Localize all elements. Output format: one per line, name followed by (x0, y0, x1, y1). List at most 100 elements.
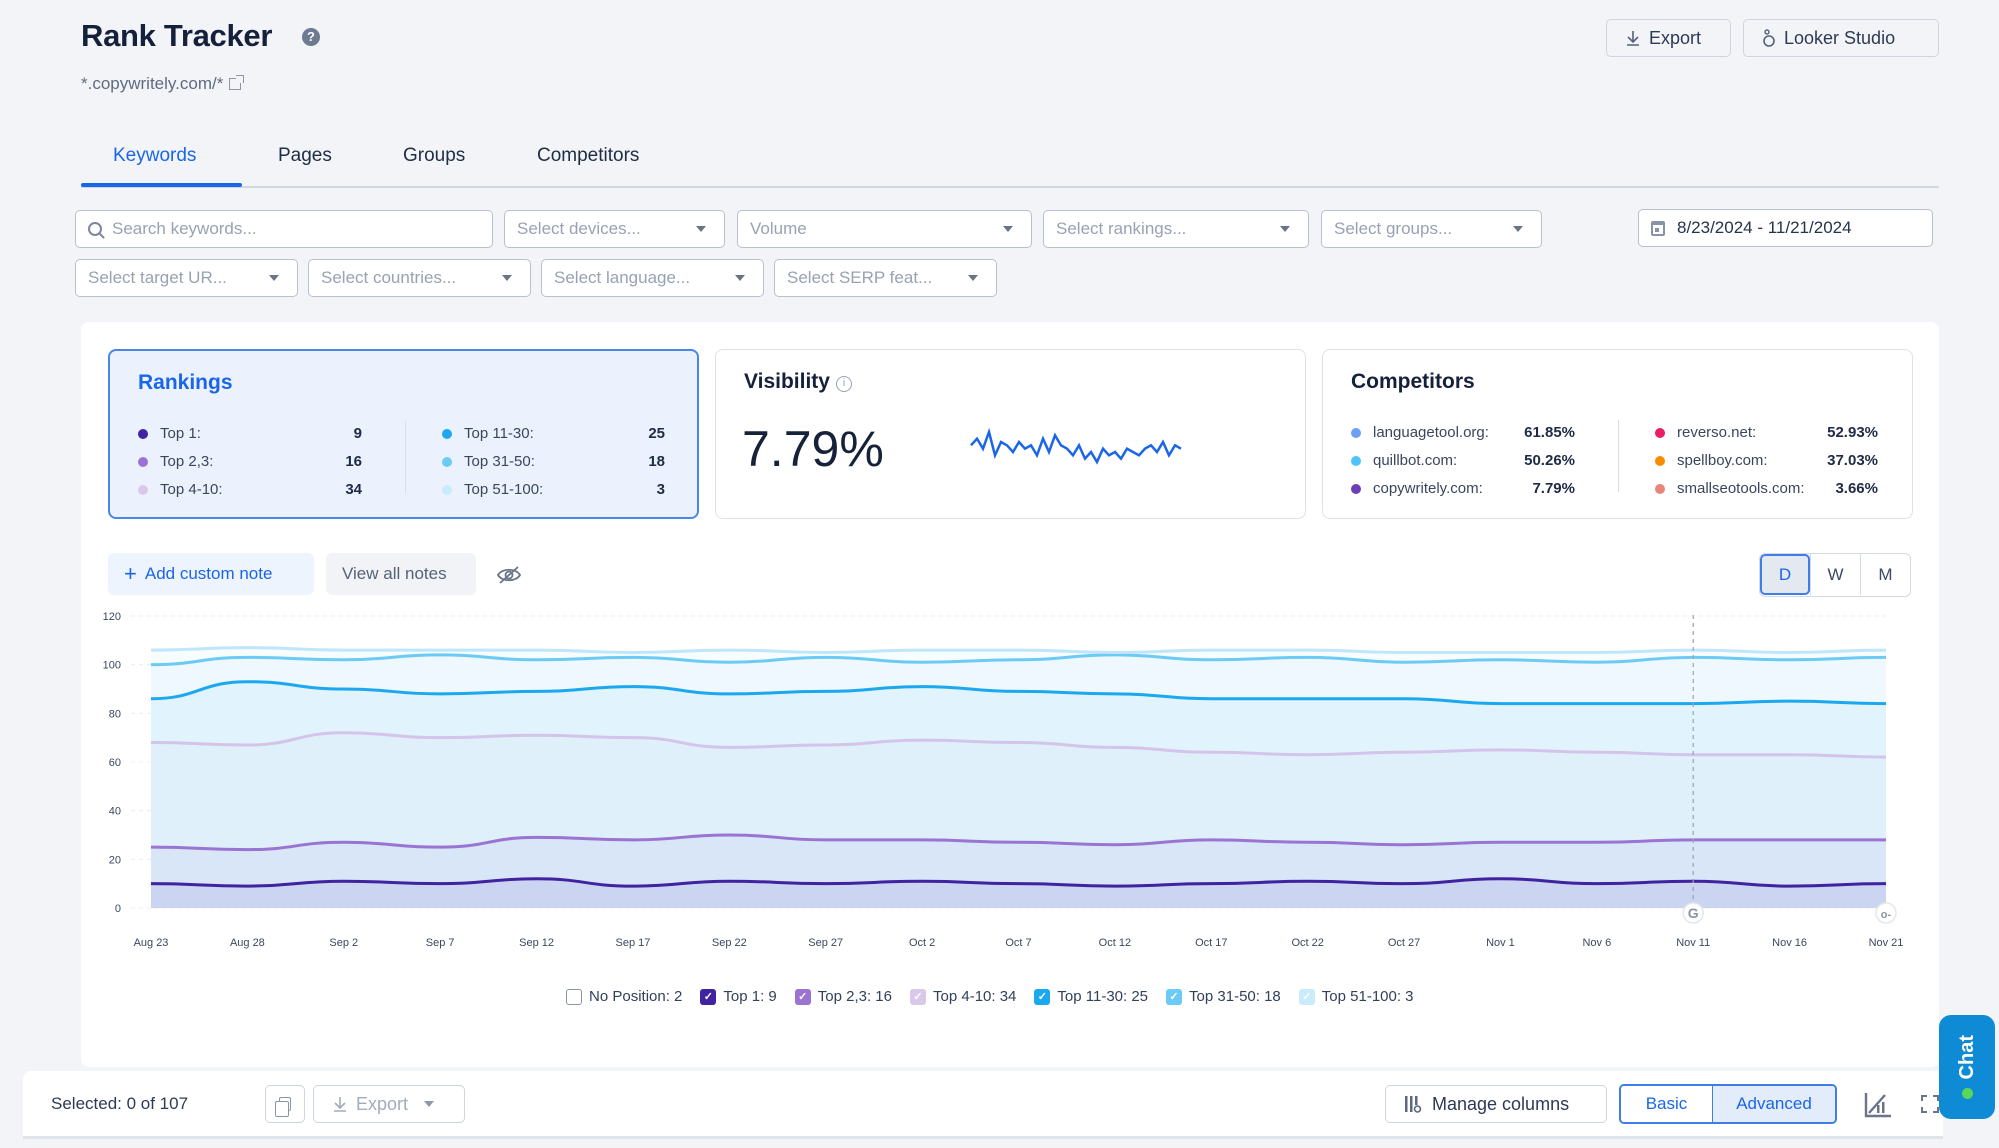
legend-dot-icon (1351, 427, 1361, 438)
looker-studio-button[interactable]: Looker Studio (1743, 19, 1939, 57)
serp-features-select[interactable]: Select SERP feat... (774, 259, 997, 297)
devices-placeholder: Select devices... (517, 219, 641, 238)
rankings-select[interactable]: Select rankings... (1043, 210, 1309, 248)
stat-label: copywritely.com: (1373, 480, 1483, 497)
countries-select[interactable]: Select countries... (308, 259, 531, 297)
checkbox-checked-icon[interactable]: ✓ (794, 988, 811, 1005)
granularity-day[interactable]: D (1760, 554, 1810, 595)
y-tick-label: 0 (115, 903, 121, 915)
stat-label: Top 4-10: (160, 481, 223, 498)
chevron-down-icon (269, 275, 279, 281)
legend-item[interactable]: No Position: 2 (566, 988, 682, 1005)
checkbox-unchecked-icon[interactable] (566, 988, 582, 1005)
serp-placeholder: Select SERP feat... (787, 268, 933, 287)
stat-value: 50.26% (1524, 452, 1575, 469)
basic-mode-button[interactable]: Basic (1621, 1086, 1713, 1122)
search-placeholder: Search keywords... (112, 219, 257, 238)
add-note-label: Add custom note (144, 564, 273, 583)
legend-item[interactable]: ✓ Top 11-30: 25 (1034, 988, 1148, 1005)
language-select[interactable]: Select language... (541, 259, 764, 297)
legend-item[interactable]: ✓ Top 4-10: 34 (910, 988, 1016, 1005)
export-button[interactable]: Export (1606, 19, 1731, 57)
legend-item[interactable]: ✓ Top 1: 9 (700, 988, 777, 1005)
x-tick-label: Nov 11 (1676, 937, 1710, 949)
y-tick-label: 60 (109, 757, 121, 769)
checkbox-checked-icon[interactable]: ✓ (1034, 988, 1051, 1005)
legend-dot-icon (442, 456, 452, 467)
stat-row: Top 31-50: (442, 453, 535, 470)
tab-groups[interactable]: Groups (403, 145, 465, 167)
table-export-button[interactable]: Export (313, 1085, 465, 1123)
competitors-title: Competitors (1351, 370, 1475, 393)
chevron-down-icon (1280, 226, 1290, 232)
legend-label: Top 2,3: 16 (817, 988, 892, 1005)
rankings-area-chart: 0 20 40 60 80 100 120 Aug 23 Aug 28 Sep 2 Sep 7 Sep… (103, 612, 1903, 949)
date-range-picker[interactable]: 8/23/2024 - 11/21/2024 (1638, 209, 1933, 247)
target-url-placeholder: Select target UR... (88, 268, 227, 287)
stat-value: 18 (648, 453, 665, 470)
visibility-value: 7.79% (742, 421, 884, 477)
devices-select[interactable]: Select devices... (504, 210, 725, 248)
target-url-select[interactable]: Select target UR... (75, 259, 298, 297)
project-domain[interactable]: *.copywritely.com/* (81, 74, 245, 94)
stat-value: 52.93% (1827, 424, 1878, 441)
add-custom-note-button[interactable]: + Add custom note (108, 553, 314, 595)
legend-dot-icon (1655, 455, 1665, 466)
legend-dot-icon (442, 484, 452, 495)
legend-dot-icon (1655, 483, 1665, 494)
legend-item[interactable]: ✓ Top 31-50: 18 (1166, 988, 1281, 1005)
volume-select[interactable]: Volume (737, 210, 1032, 248)
legend-item[interactable]: ✓ Top 2,3: 16 (794, 988, 892, 1005)
legend-dot-icon (1655, 427, 1665, 438)
download-icon (1627, 31, 1639, 46)
legend-label: Top 51-100: 3 (1321, 988, 1414, 1005)
help-icon[interactable]: ? (302, 28, 320, 46)
stat-label: Top 2,3: (160, 453, 214, 470)
manage-columns-button[interactable]: Manage columns (1385, 1085, 1607, 1123)
x-tick-label: Sep 17 (616, 937, 651, 949)
annotation-label: o- (1881, 909, 1892, 921)
legend-label: Top 31-50: 18 (1189, 988, 1281, 1005)
checkbox-checked-icon[interactable]: ✓ (1298, 988, 1315, 1005)
groups-select[interactable]: Select groups... (1321, 210, 1542, 248)
rankings-card[interactable]: Rankings Top 1: 9 Top 2,3: 16 Top 4-10: 34 Top… (108, 349, 699, 519)
legend-label: Top 1: 9 (723, 988, 777, 1005)
info-icon[interactable]: i (835, 376, 852, 392)
legend-item[interactable]: ✓ Top 51-100: 3 (1298, 988, 1414, 1005)
external-link-icon[interactable] (229, 75, 245, 90)
visibility-sparkline (970, 427, 1182, 465)
chart-toggle-icon[interactable] (1863, 1091, 1893, 1119)
tab-competitors[interactable]: Competitors (537, 145, 639, 167)
granularity-month[interactable]: M (1860, 554, 1910, 595)
stat-row: Top 4-10: (138, 481, 223, 498)
y-tick-label: 20 (109, 854, 121, 866)
tab-keywords[interactable]: Keywords (113, 145, 196, 167)
x-tick-label: Nov 6 (1582, 937, 1611, 949)
copy-button[interactable] (265, 1085, 305, 1123)
stat-value: 25 (648, 425, 665, 442)
checkbox-checked-icon[interactable]: ✓ (1166, 988, 1183, 1005)
chat-widget-button[interactable]: Chat (1939, 1015, 1995, 1119)
tab-pages[interactable]: Pages (278, 145, 332, 167)
stat-label: quillbot.com: (1373, 452, 1458, 469)
granularity-toggle: D W M (1759, 553, 1911, 597)
groups-placeholder: Select groups... (1334, 219, 1453, 238)
fullscreen-icon[interactable] (1921, 1095, 1939, 1113)
granularity-week[interactable]: W (1810, 554, 1860, 595)
manage-columns-label: Manage columns (1432, 1093, 1570, 1114)
sparkline-path (970, 427, 1182, 465)
y-tick-label: 100 (103, 660, 121, 672)
visibility-card[interactable]: Visibility i 7.79% (715, 349, 1306, 519)
overview-panel: Rankings Top 1: 9 Top 2,3: 16 Top 4-10: 34 Top… (81, 322, 1939, 1067)
hide-notes-eye-slash-icon[interactable] (496, 565, 522, 585)
chart-legend: No Position: 2 ✓ Top 1: 9 ✓ Top 2,3: 16 ✓ Top … (566, 988, 1414, 1005)
checkbox-checked-icon[interactable]: ✓ (700, 988, 717, 1005)
rankings-placeholder: Select rankings... (1056, 219, 1187, 238)
stat-row: quillbot.com: (1351, 452, 1457, 469)
search-input[interactable]: Search keywords... (75, 210, 493, 248)
competitors-card[interactable]: Competitors languagetool.org: 61.85% quill… (1322, 349, 1913, 519)
checkbox-checked-icon[interactable]: ✓ (910, 988, 926, 1005)
view-all-notes-button[interactable]: View all notes (326, 553, 476, 595)
advanced-mode-button[interactable]: Advanced (1713, 1086, 1835, 1122)
stat-row: languagetool.org: (1351, 424, 1489, 441)
